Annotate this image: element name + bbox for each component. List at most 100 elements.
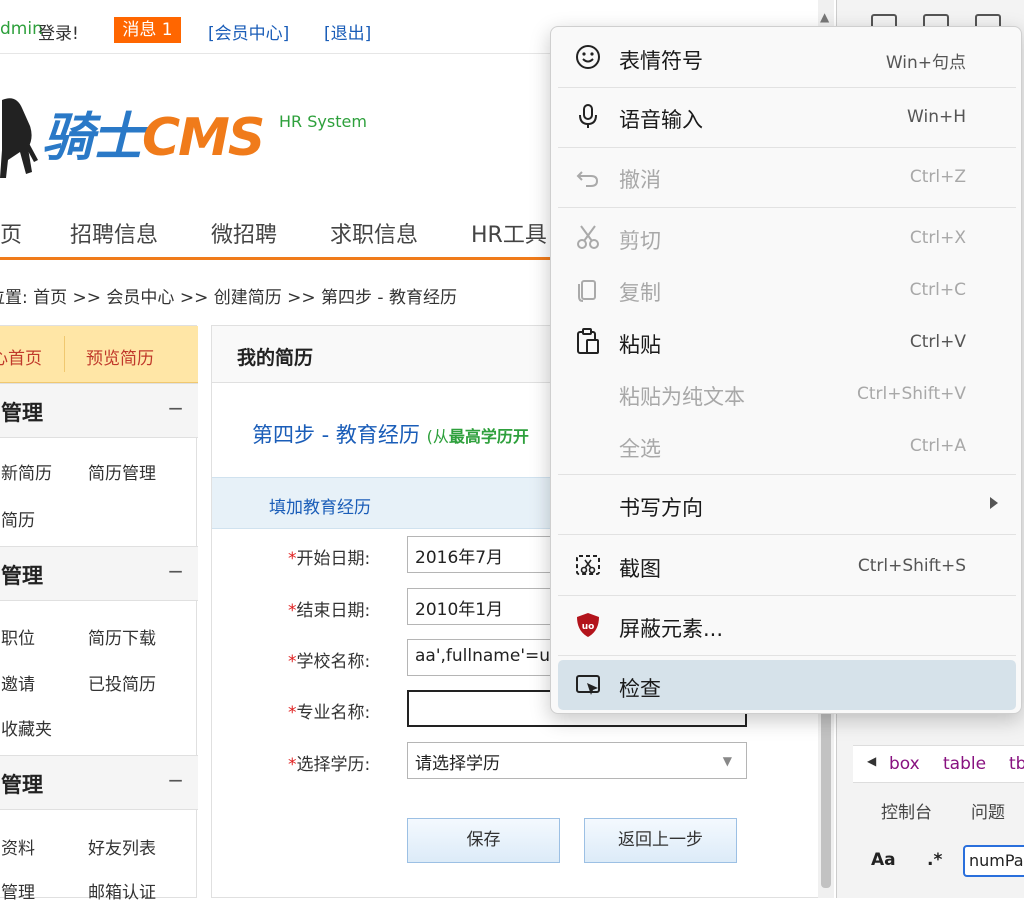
inspect-icon	[576, 675, 600, 695]
sidebar-item-invites[interactable]: 邀请	[1, 670, 35, 695]
save-button[interactable]: 保存	[407, 818, 560, 863]
crumb-box[interactable]: box	[889, 754, 920, 774]
username: dmin	[0, 19, 43, 39]
brand-subtitle: HR System	[279, 112, 367, 131]
menu-item-paste-plain[interactable]: 粘贴为纯文本 Ctrl+Shift+V	[558, 368, 1016, 418]
sidebar-section-jobs[interactable]: 管理 −	[0, 546, 198, 601]
menu-item-emoji[interactable]: 表情符号 Win+句点	[558, 32, 1016, 82]
devtools-search-input[interactable]: numPa	[963, 845, 1024, 877]
message-badge[interactable]: 消息 1	[114, 17, 181, 43]
menu-item-label: 截图	[619, 557, 661, 581]
preview-resume-link[interactable]: 预览简历	[86, 344, 154, 369]
menu-item-block-element[interactable]: uo 屏蔽元素...	[558, 600, 1016, 650]
ublock-icon: uo	[577, 613, 599, 637]
scroll-left-icon[interactable]: ◀	[867, 754, 876, 768]
menu-item-label: 屏蔽元素...	[619, 617, 724, 641]
menu-divider	[558, 534, 1016, 535]
breadcrumb: 位置: 首页 >> 会员中心 >> 创建简历 >> 第四步 - 教育经历	[0, 288, 457, 308]
brand-en: CMS	[142, 108, 265, 168]
step-title-text: 第四步 - 教育经历	[252, 423, 420, 447]
member-center-link[interactable]: [会员中心]	[208, 19, 289, 44]
section-title: 管理	[1, 401, 43, 425]
menu-item-undo[interactable]: 撤消 Ctrl+Z	[558, 151, 1016, 201]
match-case-toggle[interactable]: Aa	[871, 850, 896, 870]
sidebar-item-favorites[interactable]: 收藏夹	[1, 715, 52, 740]
smiley-icon	[576, 45, 600, 69]
tab-console[interactable]: 控制台	[881, 798, 932, 823]
sidebar-item-resume-manage[interactable]: 简历管理	[88, 459, 156, 484]
scroll-up-icon[interactable]: ▲	[820, 10, 829, 24]
sidebar-section-resume[interactable]: 管理 −	[0, 383, 198, 438]
brand-cn: 骑士	[42, 108, 144, 168]
menu-item-shortcut: Ctrl+Shift+V	[856, 384, 966, 404]
sidebar-item-resume-download[interactable]: 简历下载	[88, 624, 156, 649]
sidebar-top-links: 心首页 预览简历	[0, 326, 198, 383]
screenshot-icon	[576, 555, 600, 575]
paste-icon	[577, 328, 599, 354]
menu-item-label: 检查	[619, 677, 661, 701]
menu-item-shortcut: Ctrl+A	[909, 436, 966, 456]
scissors-icon	[577, 225, 599, 249]
menu-item-copy[interactable]: 复制 Ctrl+C	[558, 264, 1016, 314]
sidebar-item-new-resume[interactable]: 新简历	[1, 459, 52, 484]
svg-text:uo: uo	[582, 622, 595, 632]
menu-item-label: 粘贴	[619, 333, 661, 357]
menu-item-label: 表情符号	[619, 49, 703, 73]
crumb-tb[interactable]: tb	[1009, 754, 1024, 774]
menu-divider	[558, 87, 1016, 88]
menu-divider	[558, 655, 1016, 656]
menu-item-cut[interactable]: 剪切 Ctrl+X	[558, 212, 1016, 262]
sidebar-item-profile[interactable]: 资料	[1, 834, 35, 859]
nav-item-home[interactable]: 页	[0, 217, 22, 249]
menu-item-inspect[interactable]: 检查	[558, 660, 1016, 710]
menu-item-label: 语音输入	[619, 108, 703, 132]
education-level-value: 请选择学历	[415, 754, 500, 774]
sidebar-section-account[interactable]: 管理 −	[0, 755, 198, 810]
education-level-label: *选择学历:	[288, 755, 371, 775]
chevron-down-icon: ▼	[722, 754, 732, 768]
menu-item-shortcut: Ctrl+Z	[909, 167, 966, 187]
nav-item-jobs[interactable]: 招聘信息	[70, 217, 158, 249]
brand-logo: 骑士CMS	[42, 95, 265, 170]
menu-item-screenshot[interactable]: 截图 Ctrl+Shift+S	[558, 540, 1016, 590]
regex-toggle[interactable]: .*	[927, 850, 942, 870]
collapse-icon[interactable]: −	[167, 396, 184, 420]
start-date-label: *开始日期:	[288, 549, 371, 569]
menu-item-paste[interactable]: 粘贴 Ctrl+V	[558, 316, 1016, 366]
end-date-label: *结束日期:	[288, 601, 371, 621]
menu-item-shortcut: Ctrl+C	[909, 280, 966, 300]
sidebar-home-link[interactable]: 心首页	[0, 344, 42, 369]
menu-item-label: 书写方向	[619, 496, 703, 520]
login-text: 登录!	[38, 24, 79, 44]
nav-item-hr-tools[interactable]: HR工具	[471, 217, 547, 249]
step-hint: (从最高学历开	[426, 427, 529, 446]
menu-item-select-all[interactable]: 全选 Ctrl+A	[558, 420, 1016, 470]
menu-divider	[558, 474, 1016, 475]
menu-item-label: 复制	[619, 281, 661, 305]
nav-item-micro-jobs[interactable]: 微招聘	[211, 217, 277, 249]
sidebar-item-applied[interactable]: 已投简历	[88, 670, 156, 695]
section-title: 管理	[1, 773, 43, 797]
tab-issues[interactable]: 问题	[971, 798, 1005, 823]
menu-divider	[558, 147, 1016, 148]
major-name-label: *专业名称:	[288, 703, 371, 723]
sidebar-item-resume[interactable]: 简历	[1, 506, 35, 531]
school-name-label: *学校名称:	[288, 652, 371, 672]
back-button[interactable]: 返回上一步	[584, 818, 737, 863]
menu-item-voice-input[interactable]: 语音输入 Win+H	[558, 91, 1016, 141]
nav-item-resumes[interactable]: 求职信息	[330, 217, 418, 249]
sidebar-item-email-verify[interactable]: 邮箱认证	[88, 878, 156, 903]
submenu-arrow-icon	[990, 497, 998, 509]
crumb-table[interactable]: table	[943, 754, 986, 774]
menu-item-writing-direction[interactable]: 书写方向	[558, 479, 1016, 529]
logout-link[interactable]: [退出]	[324, 19, 371, 44]
left-sidebar: 心首页 预览简历 管理 − 新简历 简历管理 简历 管理 − 职位 简历下载 邀…	[0, 325, 198, 903]
sidebar-item-jobs[interactable]: 职位	[1, 624, 35, 649]
education-level-select[interactable]: 请选择学历 ▼	[407, 742, 747, 779]
devtools-search: Aa .* numPa	[853, 840, 1024, 884]
sidebar-item-friends[interactable]: 好友列表	[88, 834, 156, 859]
copy-icon	[578, 280, 596, 302]
sidebar-item-manage[interactable]: 管理	[1, 878, 35, 903]
collapse-icon[interactable]: −	[167, 559, 184, 583]
collapse-icon[interactable]: −	[167, 768, 184, 792]
